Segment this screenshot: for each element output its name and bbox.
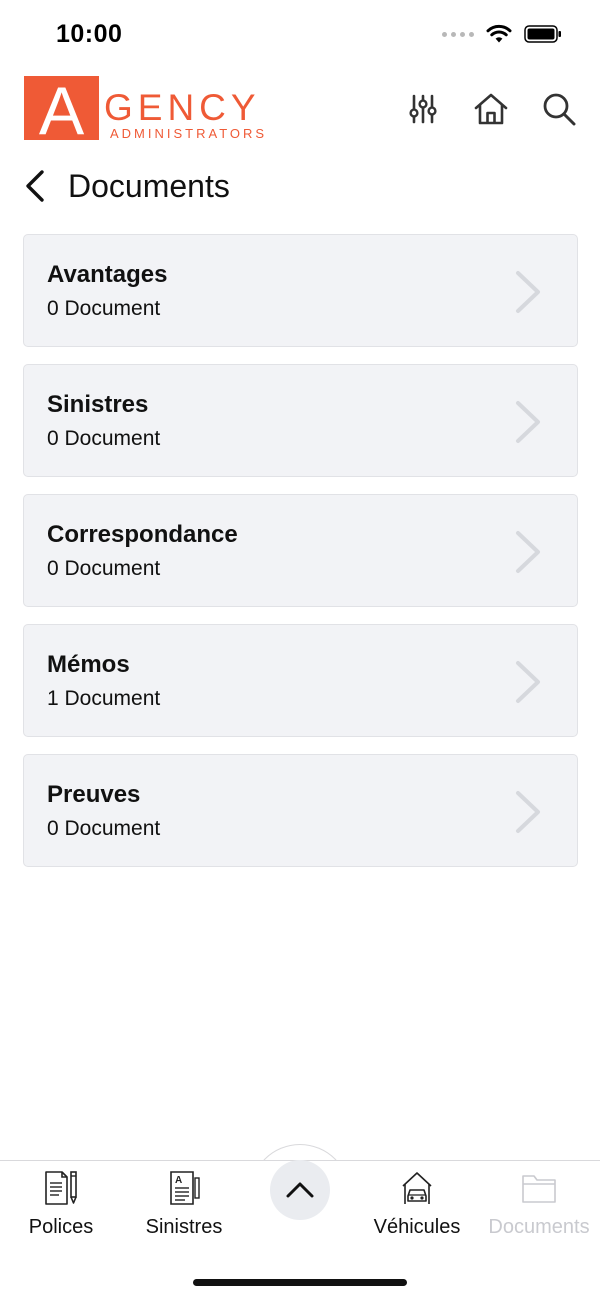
home-indicator[interactable] bbox=[193, 1279, 407, 1286]
car-garage-icon bbox=[397, 1168, 437, 1208]
category-count: 0 Document bbox=[47, 427, 161, 450]
expand-menu-button[interactable] bbox=[270, 1160, 330, 1220]
status-icons bbox=[442, 22, 562, 46]
agency-logo: A GENCY ADMINISTRATORS bbox=[24, 73, 294, 149]
page-title: Documents bbox=[68, 167, 230, 204]
nav-label: Polices bbox=[28, 1216, 94, 1238]
nav-item-vehicules[interactable]: Véhicules bbox=[372, 1168, 462, 1239]
chevron-right-icon bbox=[516, 791, 540, 833]
logo-subtitle: ADMINISTRATORS bbox=[110, 126, 267, 141]
nav-label: Documents bbox=[488, 1216, 590, 1238]
chevron-right-icon bbox=[516, 661, 540, 703]
svg-text:A: A bbox=[175, 1175, 182, 1186]
nav-item-documents[interactable]: Documents bbox=[484, 1168, 594, 1239]
category-title: Preuves bbox=[47, 781, 141, 808]
app-header: A GENCY ADMINISTRATORS bbox=[0, 68, 600, 152]
battery-icon bbox=[524, 25, 561, 43]
category-card-sinistres[interactable]: Sinistres 0 Document bbox=[23, 364, 578, 477]
policy-document-icon bbox=[41, 1168, 81, 1208]
claims-document-icon: A bbox=[164, 1168, 204, 1208]
signal-dots-icon bbox=[442, 31, 474, 37]
category-card-preuves[interactable]: Preuves 0 Document bbox=[23, 754, 578, 867]
category-card-avantages[interactable]: Avantages 0 Document bbox=[23, 234, 578, 347]
wifi-icon bbox=[486, 24, 512, 43]
nav-label: Véhicules bbox=[373, 1216, 461, 1238]
nav-item-sinistres[interactable]: A Sinistres bbox=[144, 1168, 224, 1239]
category-title: Mémos bbox=[47, 651, 130, 678]
header-actions bbox=[404, 90, 578, 128]
status-bar: 10:00 bbox=[0, 0, 600, 68]
nav-label: Sinistres bbox=[145, 1216, 223, 1238]
category-card-correspondance[interactable]: Correspondance 0 Document bbox=[23, 494, 578, 607]
logo-word: GENCY bbox=[104, 87, 261, 128]
filter-sliders-icon[interactable] bbox=[404, 90, 442, 128]
chevron-right-icon bbox=[516, 401, 540, 443]
status-time: 10:00 bbox=[56, 20, 123, 48]
page-header: Documents bbox=[24, 160, 230, 212]
category-count: 0 Document bbox=[47, 297, 161, 320]
folder-icon bbox=[519, 1168, 559, 1208]
search-icon[interactable] bbox=[540, 90, 578, 128]
category-card-memos[interactable]: Mémos 1 Document bbox=[23, 624, 578, 737]
category-title: Sinistres bbox=[47, 391, 149, 418]
chevron-up-icon bbox=[286, 1182, 314, 1198]
document-category-list: Avantages 0 Document Sinistres 0 Documen… bbox=[23, 234, 578, 884]
category-count: 1 Document bbox=[47, 687, 161, 710]
category-count: 0 Document bbox=[47, 817, 161, 840]
home-icon[interactable] bbox=[472, 90, 510, 128]
category-count: 0 Document bbox=[47, 557, 161, 580]
nav-item-polices[interactable]: Polices bbox=[28, 1168, 94, 1239]
chevron-right-icon bbox=[516, 271, 540, 313]
category-title: Avantages bbox=[47, 261, 168, 288]
chevron-right-icon bbox=[516, 531, 540, 573]
category-title: Correspondance bbox=[47, 521, 238, 548]
chevron-left-icon[interactable] bbox=[24, 164, 60, 208]
logo-letter: A bbox=[39, 76, 85, 142]
